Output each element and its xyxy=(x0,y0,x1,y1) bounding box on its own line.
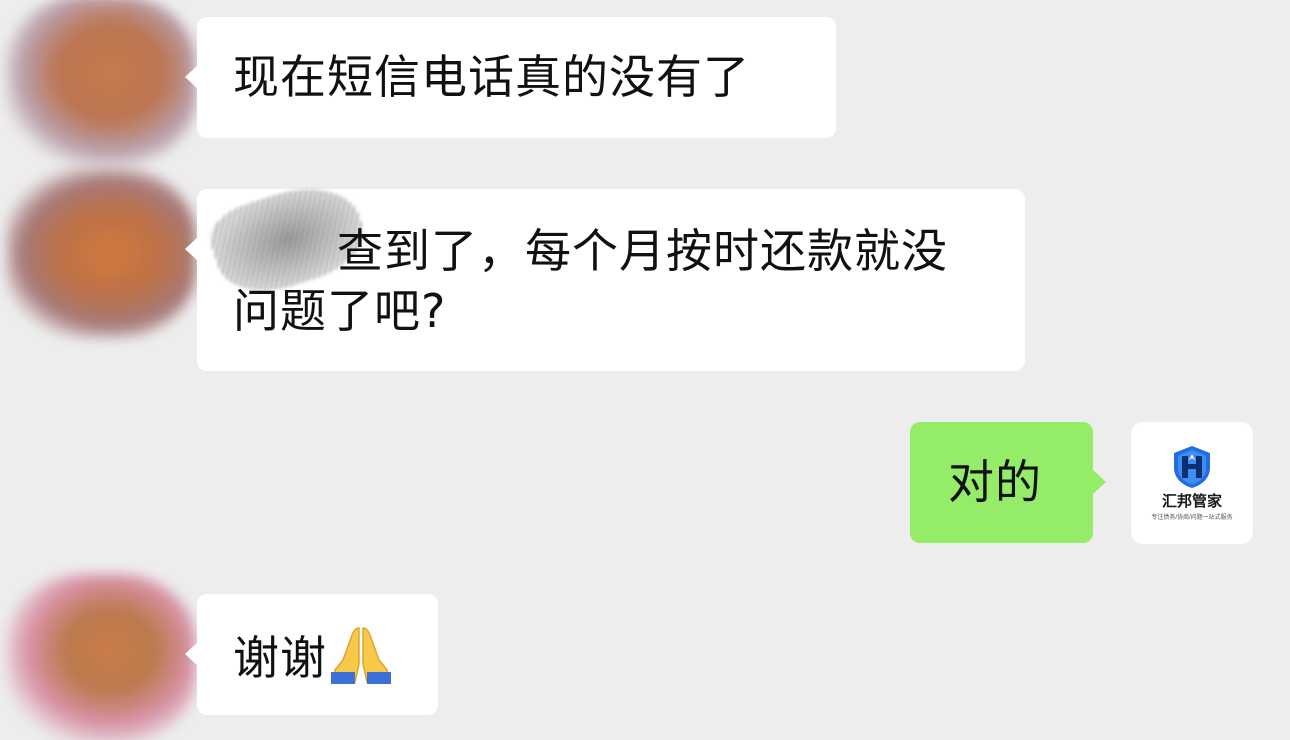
message-bubble-outgoing[interactable]: 对的 xyxy=(910,422,1106,543)
message-bubble-incoming[interactable]: 谢谢 xyxy=(185,594,438,715)
contact-avatar[interactable] xyxy=(6,168,196,338)
message-bubble-incoming[interactable]: 现在短信电话真的没有了 xyxy=(185,17,836,138)
message-text-line: 查到了，每个月按时还款就没 xyxy=(337,224,948,278)
shield-h-icon xyxy=(1174,446,1210,488)
message-text: 现在短信电话真的没有了 xyxy=(233,50,750,104)
folded-hands-icon xyxy=(331,627,391,684)
message-text: 谢谢 xyxy=(233,631,327,685)
user-avatar[interactable]: 汇邦管家 专注债务/协商/问题一站式服务 xyxy=(1131,422,1253,544)
chat-window: 现在短信电话真的没有了 查到了，每个月按时还款就没 问题了吧? 对的 汇邦管家 … xyxy=(0,0,1290,740)
brand-name: 汇邦管家 xyxy=(1161,493,1222,510)
brand-tagline: 专注债务/协商/问题一站式服务 xyxy=(1151,515,1233,521)
contact-avatar[interactable] xyxy=(6,574,196,740)
message-text: 对的 xyxy=(948,455,1042,509)
message-text-line: 问题了吧? xyxy=(233,284,447,338)
contact-avatar[interactable] xyxy=(6,0,196,166)
message-bubble-incoming[interactable]: 查到了，每个月按时还款就没 问题了吧? xyxy=(185,172,1025,371)
